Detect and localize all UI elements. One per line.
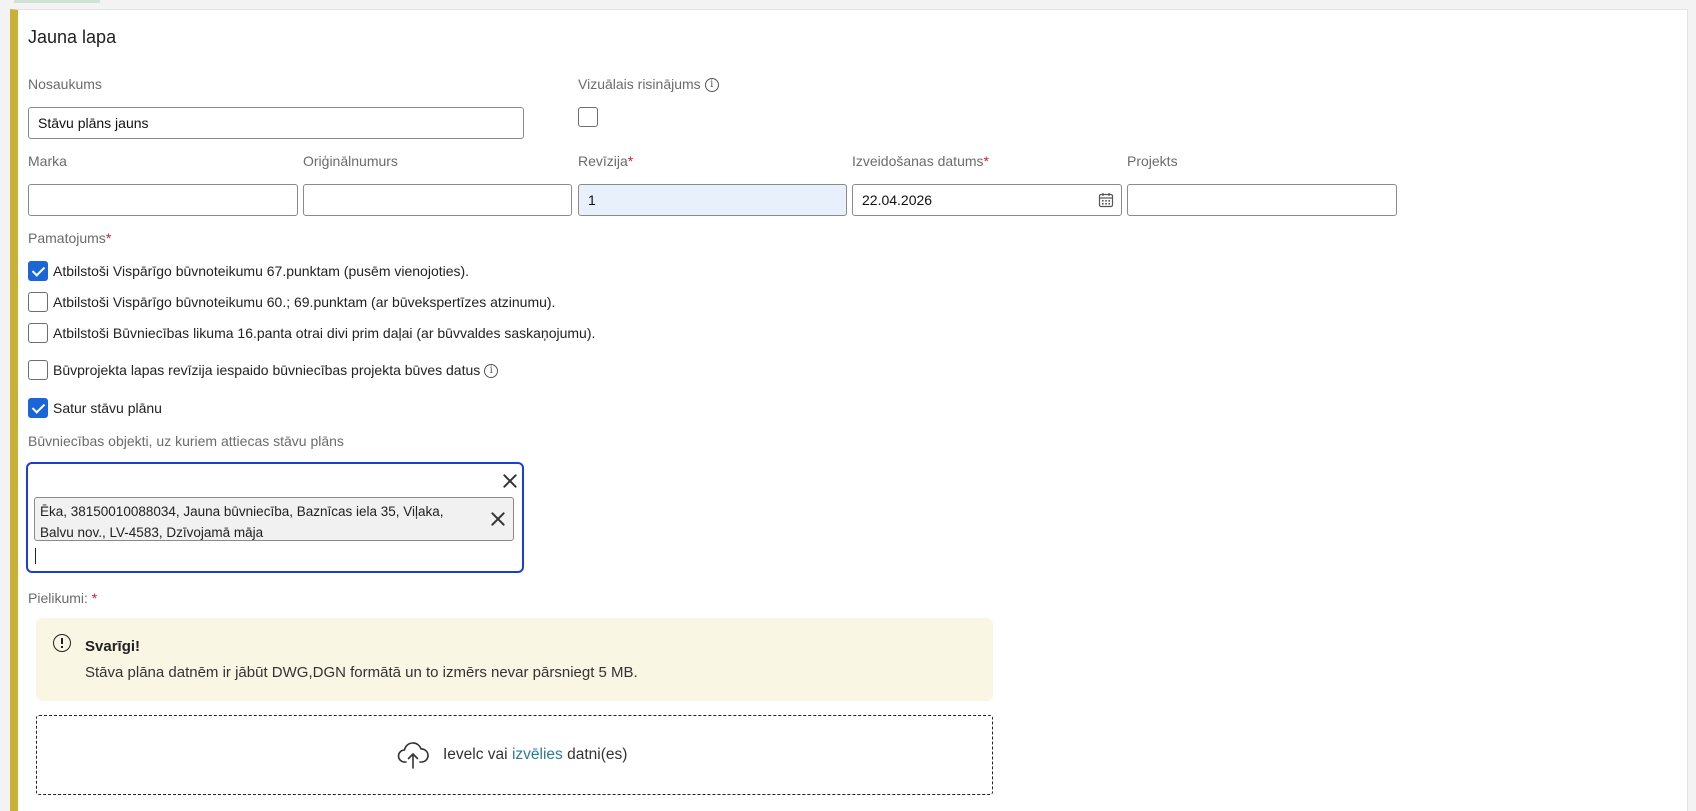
text-cursor — [35, 548, 36, 564]
basis-option-2-checkbox[interactable] — [28, 292, 48, 312]
clear-all-close-icon[interactable] — [502, 473, 518, 489]
name-input[interactable]: Stāvu plāns jauns — [28, 107, 524, 139]
project-label: Projekts — [1127, 153, 1178, 169]
revision-affects-checkbox[interactable] — [28, 360, 48, 380]
basis-option-3-label[interactable]: Atbilstoši Būvniecības likuma 16.panta o… — [53, 325, 595, 341]
revision-input[interactable]: 1 — [578, 184, 847, 216]
dropzone-content: Ievelc vai izvēlies datni(es) — [397, 740, 627, 770]
created-date-input-value: 22.04.2026 — [862, 192, 933, 208]
important-notice: Svarīgi! Stāva plāna datnēm ir jābūt DWG… — [36, 618, 993, 701]
notice-text: Stāva plāna datnēm ir jābūt DWG,DGN form… — [85, 664, 638, 681]
created-date-label: Izveidošanas datums* — [852, 153, 989, 169]
cloud-upload-icon — [397, 742, 429, 769]
basis-option-1-checkbox[interactable] — [28, 261, 48, 281]
page-title: Jauna lapa — [28, 27, 117, 47]
attachments-label: Pielikumi: * — [28, 590, 97, 606]
marka-label: Marka — [28, 153, 67, 169]
objects-label: Būvniecības objekti, uz kuriem attiecas … — [28, 433, 344, 449]
project-input[interactable] — [1127, 184, 1397, 216]
drop-prefix: Ievelc vai — [443, 746, 508, 763]
contains-floor-plan-checkbox[interactable] — [28, 398, 48, 418]
original-number-label: Oriģinālnumurs — [303, 153, 398, 169]
selected-object-chip: Ēka, 38150010088034, Jauna būvniecība, B… — [34, 497, 514, 541]
basis-option-2-label[interactable]: Atbilstoši Vispārīgo būvnoteikumu 60.; 6… — [53, 294, 555, 310]
contains-floor-plan-label[interactable]: Satur stāvu plānu — [53, 400, 162, 416]
basis-option-3-checkbox[interactable] — [28, 323, 48, 343]
info-icon[interactable]: i — [704, 78, 719, 93]
new-page-form-panel: Jauna lapa Nosaukums Stāvu plāns jauns V… — [10, 9, 1688, 811]
revision-label: Revīzija* — [578, 153, 633, 169]
objects-multiselect[interactable]: Ēka, 38150010088034, Jauna būvniecība, B… — [26, 462, 524, 573]
drop-suffix: datni(es) — [567, 746, 628, 763]
visual-solution-label: Vizuālais risinājums i — [578, 76, 719, 93]
marka-input[interactable] — [28, 184, 298, 216]
basis-label: Pamatojums* — [28, 230, 111, 246]
name-label: Nosaukums — [28, 76, 102, 92]
original-number-input[interactable] — [303, 184, 572, 216]
info-icon[interactable]: i — [484, 364, 499, 379]
chip-line-2: Balvu nov., LV-4583, Dzīvojamā māja — [40, 525, 264, 540]
top-tab-indicator — [14, 0, 100, 3]
choose-files-link[interactable]: izvēlies — [512, 746, 563, 764]
name-input-value: Stāvu plāns jauns — [38, 115, 149, 131]
notice-title: Svarīgi! — [85, 638, 141, 655]
visual-solution-label-text: Vizuālais risinājums — [578, 76, 701, 92]
visual-solution-checkbox[interactable] — [578, 107, 598, 127]
basis-required-mark: * — [105, 230, 112, 246]
created-date-required-mark: * — [983, 153, 989, 169]
warning-circle-icon — [53, 634, 71, 652]
chip-remove-icon[interactable] — [490, 511, 506, 527]
attachments-required-mark: * — [91, 590, 98, 606]
created-date-label-text: Izveidošanas datums — [852, 153, 984, 169]
attachments-label-text: Pielikumi: — [28, 590, 88, 606]
revision-input-value: 1 — [588, 192, 596, 208]
file-dropzone[interactable]: Ievelc vai izvēlies datni(es) — [36, 715, 993, 795]
basis-option-1-label[interactable]: Atbilstoši Vispārīgo būvnoteikumu 67.pun… — [53, 263, 469, 279]
created-date-input[interactable]: 22.04.2026 — [852, 184, 1122, 216]
chip-line-1: Ēka, 38150010088034, Jauna būvniecība, B… — [40, 504, 444, 519]
basis-label-text: Pamatojums — [28, 230, 106, 246]
calendar-icon[interactable] — [1098, 192, 1114, 208]
revision-required-mark: * — [627, 153, 634, 169]
revision-label-text: Revīzija — [578, 153, 628, 169]
revision-affects-label[interactable]: Būvprojekta lapas revīzija iespaido būvn… — [53, 362, 499, 379]
revision-affects-label-text: Būvprojekta lapas revīzija iespaido būvn… — [53, 362, 481, 378]
